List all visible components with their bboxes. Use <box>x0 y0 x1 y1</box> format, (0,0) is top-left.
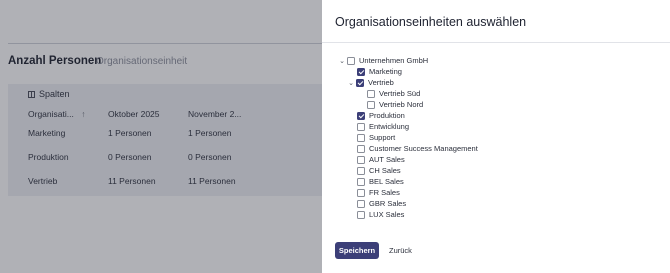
checkbox[interactable] <box>357 188 365 197</box>
checkbox[interactable] <box>356 78 364 87</box>
checkbox[interactable] <box>347 56 355 65</box>
checkbox[interactable] <box>357 166 365 175</box>
checkbox[interactable] <box>357 177 365 186</box>
tree-item-vertrieb[interactable]: ⌄ Vertrieb <box>347 77 394 88</box>
tree-item-produktion[interactable]: Produktion <box>357 110 405 121</box>
tree-item-vertrieb-nord[interactable]: Vertrieb Nord <box>367 99 423 110</box>
tree-item-lux-sales[interactable]: LUX Sales <box>357 209 404 220</box>
tree-item-marketing[interactable]: Marketing <box>357 66 402 77</box>
checkbox[interactable] <box>367 100 375 109</box>
checkbox[interactable] <box>357 210 365 219</box>
checkbox[interactable] <box>357 67 365 76</box>
tree-item-unternehmen[interactable]: ⌄ Unternehmen GmbH <box>338 55 428 66</box>
checkbox[interactable] <box>357 111 365 120</box>
checkbox[interactable] <box>357 133 365 142</box>
tree-item-vertrieb-sued[interactable]: Vertrieb Süd <box>367 88 420 99</box>
tree-item-support[interactable]: Support <box>357 132 395 143</box>
chevron-down-icon[interactable]: ⌄ <box>338 57 346 65</box>
back-button[interactable]: Zurück <box>389 242 412 259</box>
org-unit-modal: Organisationseinheiten auswählen ⌄ Unter… <box>322 0 670 273</box>
tree-item-bel-sales[interactable]: BEL Sales <box>357 176 404 187</box>
divider <box>322 42 670 43</box>
tree-item-aut-sales[interactable]: AUT Sales <box>357 154 405 165</box>
chevron-down-icon[interactable]: ⌄ <box>347 79 355 87</box>
save-button[interactable]: Speichern <box>335 242 379 259</box>
modal-title: Organisationseinheiten auswählen <box>335 15 527 29</box>
checkbox[interactable] <box>357 155 365 164</box>
tree-item-fr-sales[interactable]: FR Sales <box>357 187 400 198</box>
checkbox[interactable] <box>357 122 365 131</box>
tree-item-gbr-sales[interactable]: GBR Sales <box>357 198 406 209</box>
checkbox[interactable] <box>357 144 365 153</box>
tree-item-entwicklung[interactable]: Entwicklung <box>357 121 409 132</box>
checkbox[interactable] <box>357 199 365 208</box>
checkbox[interactable] <box>367 89 375 98</box>
tree-item-customer-success[interactable]: Customer Success Management <box>357 143 478 154</box>
tree-item-ch-sales[interactable]: CH Sales <box>357 165 401 176</box>
